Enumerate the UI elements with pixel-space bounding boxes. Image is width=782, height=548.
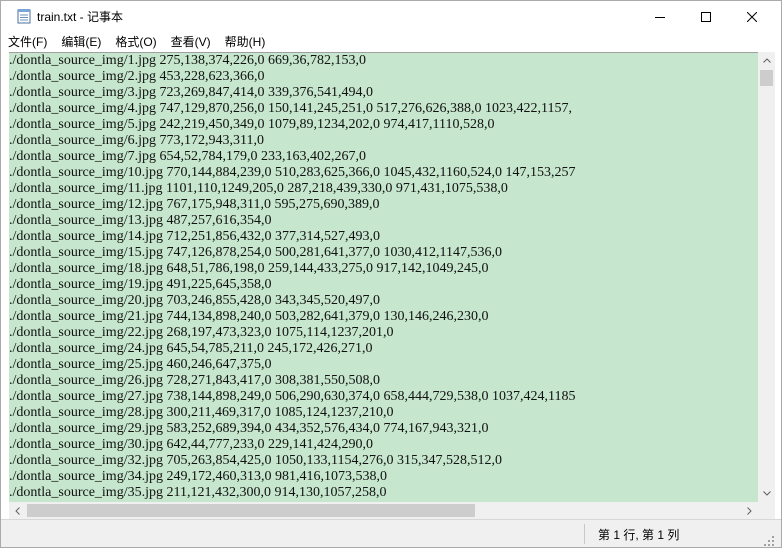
text-line: ./dontla_source_img/25.jpg 460,246,647,3… — [9, 357, 272, 372]
text-line: ./dontla_source_img/28.jpg 300,211,469,3… — [9, 405, 394, 420]
notepad-icon — [17, 8, 31, 24]
scroll-right-arrow-icon — [747, 506, 752, 515]
horizontal-scrollbar[interactable] — [9, 502, 758, 519]
vertical-scrollbar[interactable] — [758, 52, 775, 502]
text-line: ./dontla_source_img/12.jpg 767,175,948,3… — [9, 197, 380, 212]
text-line: ./dontla_source_img/19.jpg 491,225,645,3… — [9, 277, 272, 292]
text-line: ./dontla_source_img/15.jpg 747,126,878,2… — [9, 245, 502, 260]
vertical-scroll-thumb[interactable] — [760, 70, 773, 86]
minimize-button[interactable] — [637, 1, 683, 32]
text-line: ./dontla_source_img/20.jpg 703,246,855,4… — [9, 293, 380, 308]
menu-help[interactable]: 帮助(H) — [218, 32, 273, 52]
text-line: ./dontla_source_img/1.jpg 275,138,374,22… — [9, 53, 366, 68]
title-bar[interactable]: train.txt - 记事本 — [1, 1, 781, 32]
close-icon — [747, 11, 757, 22]
minimize-icon — [655, 16, 665, 18]
scroll-right-button[interactable] — [741, 502, 758, 519]
maximize-button[interactable] — [683, 1, 729, 32]
menu-file[interactable]: 文件(F) — [1, 32, 54, 52]
scroll-down-arrow-icon — [762, 491, 771, 496]
window-title: train.txt - 记事本 — [37, 10, 124, 24]
menu-view[interactable]: 查看(V) — [164, 32, 218, 52]
text-line: ./dontla_source_img/11.jpg 1101,110,1249… — [9, 181, 508, 196]
maximize-icon — [701, 11, 711, 22]
text-line: ./dontla_source_img/18.jpg 648,51,786,19… — [9, 261, 489, 276]
cursor-position: 第 1 行, 第 1 列 — [598, 528, 680, 542]
scroll-up-arrow-icon — [762, 58, 771, 63]
text-line: ./dontla_source_img/26.jpg 728,271,843,4… — [9, 373, 380, 388]
text-line: ./dontla_source_img/32.jpg 705,263,854,4… — [9, 453, 502, 468]
scroll-left-arrow-icon — [15, 506, 20, 515]
resize-grip-icon[interactable] — [763, 534, 775, 546]
text-line: ./dontla_source_img/34.jpg 249,172,460,3… — [9, 469, 387, 484]
text-line: ./dontla_source_img/7.jpg 654,52,784,179… — [9, 149, 366, 164]
status-divider — [584, 524, 585, 544]
text-line: ./dontla_source_img/5.jpg 242,219,450,34… — [9, 117, 495, 132]
text-line: ./dontla_source_img/2.jpg 453,228,623,36… — [9, 69, 265, 84]
text-line: ./dontla_source_img/13.jpg 487,257,616,3… — [9, 213, 272, 228]
text-line: ./dontla_source_img/29.jpg 583,252,689,3… — [9, 421, 489, 436]
scrollbar-corner — [758, 502, 775, 519]
text-line: ./dontla_source_img/22.jpg 268,197,473,3… — [9, 325, 394, 340]
text-line: ./dontla_source_img/30.jpg 642,44,777,23… — [9, 437, 373, 452]
menu-bar: 文件(F) 编辑(E) 格式(O) 查看(V) 帮助(H) — [1, 32, 781, 52]
horizontal-scroll-thumb[interactable] — [27, 504, 475, 517]
scroll-up-button[interactable] — [758, 52, 775, 69]
text-line: ./dontla_source_img/27.jpg 738,144,898,2… — [9, 389, 576, 404]
menu-format[interactable]: 格式(O) — [108, 32, 163, 52]
text-line: ./dontla_source_img/10.jpg 770,144,884,2… — [9, 165, 576, 180]
close-button[interactable] — [729, 1, 775, 32]
menu-edit[interactable]: 编辑(E) — [54, 32, 108, 52]
text-line: ./dontla_source_img/3.jpg 723,269,847,41… — [9, 85, 373, 100]
text-line: ./dontla_source_img/35.jpg 211,121,432,3… — [9, 485, 387, 500]
text-line: ./dontla_source_img/21.jpg 744,134,898,2… — [9, 309, 489, 324]
text-line: ./dontla_source_img/14.jpg 712,251,856,4… — [9, 229, 380, 244]
text-line: ./dontla_source_img/4.jpg 747,129,870,25… — [9, 101, 572, 116]
status-bar: 第 1 行, 第 1 列 — [1, 519, 781, 547]
notepad-window: train.txt - 记事本 文件(F) 编辑(E) 格式(O) 查看(V) … — [0, 0, 782, 548]
text-line: ./dontla_source_img/6.jpg 773,172,943,31… — [9, 133, 264, 148]
scroll-left-button[interactable] — [9, 502, 26, 519]
text-line: ./dontla_source_img/24.jpg 645,54,785,21… — [9, 341, 373, 356]
text-editor[interactable]: ./dontla_source_img/1.jpg 275,138,374,22… — [9, 52, 758, 502]
scroll-down-button[interactable] — [758, 485, 775, 502]
